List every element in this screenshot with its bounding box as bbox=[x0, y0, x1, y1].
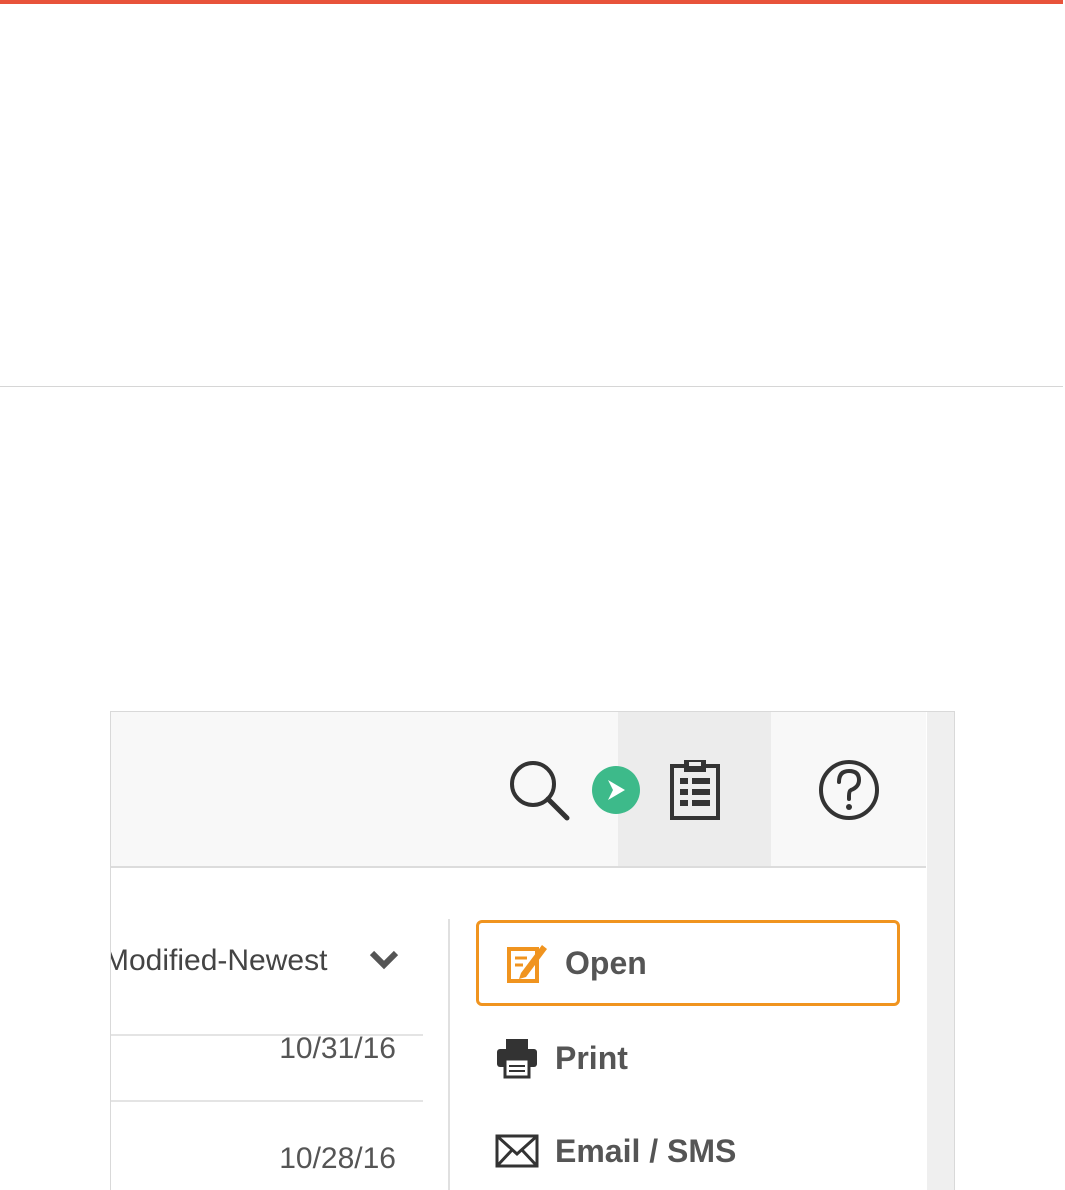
edit-icon bbox=[507, 945, 547, 983]
toolbar bbox=[111, 712, 926, 868]
page: Modified-Newest 10/31/16 10/28/16 Open P… bbox=[0, 0, 1065, 1190]
step-marker-icon bbox=[592, 766, 640, 814]
printer-icon bbox=[497, 1039, 537, 1079]
list-divider bbox=[111, 1100, 423, 1102]
print-menu-item[interactable]: Print bbox=[476, 1032, 900, 1084]
scrollbar[interactable] bbox=[927, 712, 954, 1190]
envelope-icon bbox=[495, 1134, 539, 1168]
menu-divider bbox=[448, 919, 450, 1190]
list-item-date[interactable]: 10/31/16 bbox=[236, 1032, 396, 1066]
clipboard-icon bbox=[669, 760, 720, 820]
arrow-right-icon bbox=[608, 780, 625, 800]
help-icon bbox=[819, 760, 879, 820]
clipboard-button[interactable] bbox=[618, 712, 771, 866]
top-accent-bar bbox=[0, 0, 1063, 4]
section-divider bbox=[0, 386, 1063, 387]
open-menu-item[interactable]: Open bbox=[476, 920, 900, 1006]
sort-label[interactable]: Modified-Newest bbox=[111, 944, 404, 978]
print-label: Print bbox=[555, 1039, 628, 1076]
list-item-date[interactable]: 10/28/16 bbox=[236, 1142, 396, 1176]
email-sms-label: Email / SMS bbox=[555, 1132, 737, 1169]
help-button[interactable] bbox=[811, 752, 887, 828]
chevron-down-icon[interactable] bbox=[369, 948, 399, 972]
search-button[interactable] bbox=[503, 750, 575, 830]
open-label: Open bbox=[565, 944, 647, 981]
search-icon bbox=[510, 761, 570, 821]
email-sms-menu-item[interactable]: Email / SMS bbox=[476, 1125, 900, 1177]
app-panel: Modified-Newest 10/31/16 10/28/16 Open P… bbox=[110, 711, 955, 1190]
